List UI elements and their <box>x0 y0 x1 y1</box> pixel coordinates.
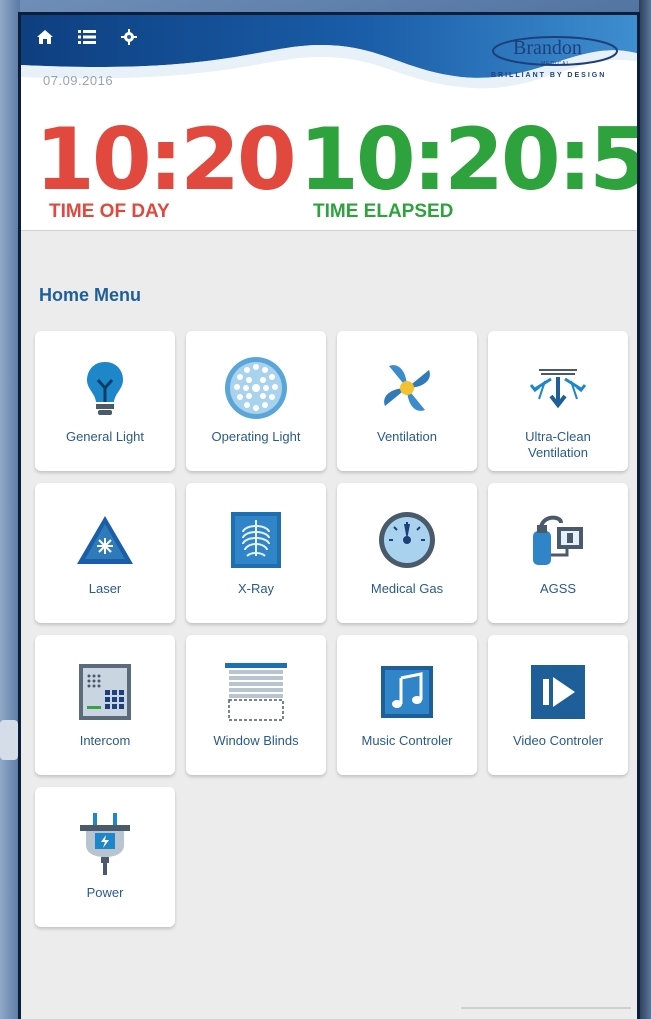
home-icon[interactable] <box>35 27 55 47</box>
tile-general-light[interactable]: General Light <box>35 331 175 471</box>
bottom-divider <box>461 1007 631 1009</box>
tile-label: Window Blinds <box>213 733 299 748</box>
tile-label: Power <box>86 885 124 900</box>
tile-label: Video Controler <box>512 733 604 748</box>
tile-label: X-Ray <box>237 581 275 596</box>
tile-label: Music Controler <box>361 733 453 748</box>
time-of-day-value: 10:20 <box>35 110 297 210</box>
fan-icon <box>372 353 442 423</box>
tile-label: Laser <box>88 581 122 596</box>
tile-label: Medical Gas <box>370 581 444 596</box>
time-elapsed-clock: 10:20:52 TIME ELAPSED <box>299 117 637 223</box>
tile-video-controler[interactable]: Video Controler <box>488 635 628 775</box>
list-icon[interactable] <box>77 27 97 47</box>
tile-operating-light[interactable]: Operating Light <box>186 331 326 471</box>
tile-laser[interactable]: Laser <box>35 483 175 623</box>
power-plug-icon <box>70 809 140 879</box>
menu-grid: General Light Operating Light Ventilatio… <box>35 331 631 927</box>
music-note-icon <box>372 657 442 727</box>
tile-intercom[interactable]: Intercom <box>35 635 175 775</box>
brandon-medical-logo: Brandon MEDICAL BRILLIANT BY DESIGN <box>479 29 619 89</box>
video-play-icon <box>523 657 593 727</box>
laser-warning-icon <box>70 505 140 575</box>
intercom-icon <box>70 657 140 727</box>
tile-xray[interactable]: X-Ray <box>186 483 326 623</box>
date-label: 07.09.2016 <box>43 73 114 88</box>
tile-agss[interactable]: AGSS <box>488 483 628 623</box>
blinds-icon <box>221 657 291 727</box>
tile-label: Intercom <box>79 733 131 748</box>
device-bezel-right <box>639 0 651 1019</box>
tablet-screen: 07.09.2016 Brandon MEDICAL BRILLIANT BY … <box>18 12 640 1019</box>
home-menu-title: Home Menu <box>39 285 142 305</box>
tile-label: General Light <box>65 429 145 444</box>
lightbulb-icon <box>70 353 140 423</box>
tile-music-controler[interactable]: Music Controler <box>337 635 477 775</box>
header: 07.09.2016 Brandon MEDICAL BRILLIANT BY … <box>21 15 637 231</box>
tile-label: Ventilation <box>377 429 437 444</box>
tile-label: Ultra-Clean Ventilation <box>525 429 591 460</box>
tile-medical-gas[interactable]: Medical Gas <box>337 483 477 623</box>
tile-label: AGSS <box>539 581 577 596</box>
tile-ultra-clean-ventilation[interactable]: Ultra-Clean Ventilation <box>488 331 628 471</box>
nav-bar <box>35 27 139 47</box>
operating-light-icon <box>221 353 291 423</box>
device-bezel-left <box>0 0 20 1019</box>
tile-power[interactable]: Power <box>35 787 175 927</box>
gauge-icon <box>372 505 442 575</box>
gear-icon[interactable] <box>119 27 139 47</box>
tile-label: Operating Light <box>211 429 301 444</box>
time-of-day-clock: 10:20 TIME OF DAY <box>35 110 297 223</box>
tile-ventilation[interactable]: Ventilation <box>337 331 477 471</box>
airflow-icon <box>523 353 593 423</box>
xray-icon <box>221 505 291 575</box>
time-elapsed-value: 10:20:52 <box>299 110 637 210</box>
device-side-handle <box>0 720 18 760</box>
tile-window-blinds[interactable]: Window Blinds <box>186 635 326 775</box>
agss-icon <box>523 505 593 575</box>
